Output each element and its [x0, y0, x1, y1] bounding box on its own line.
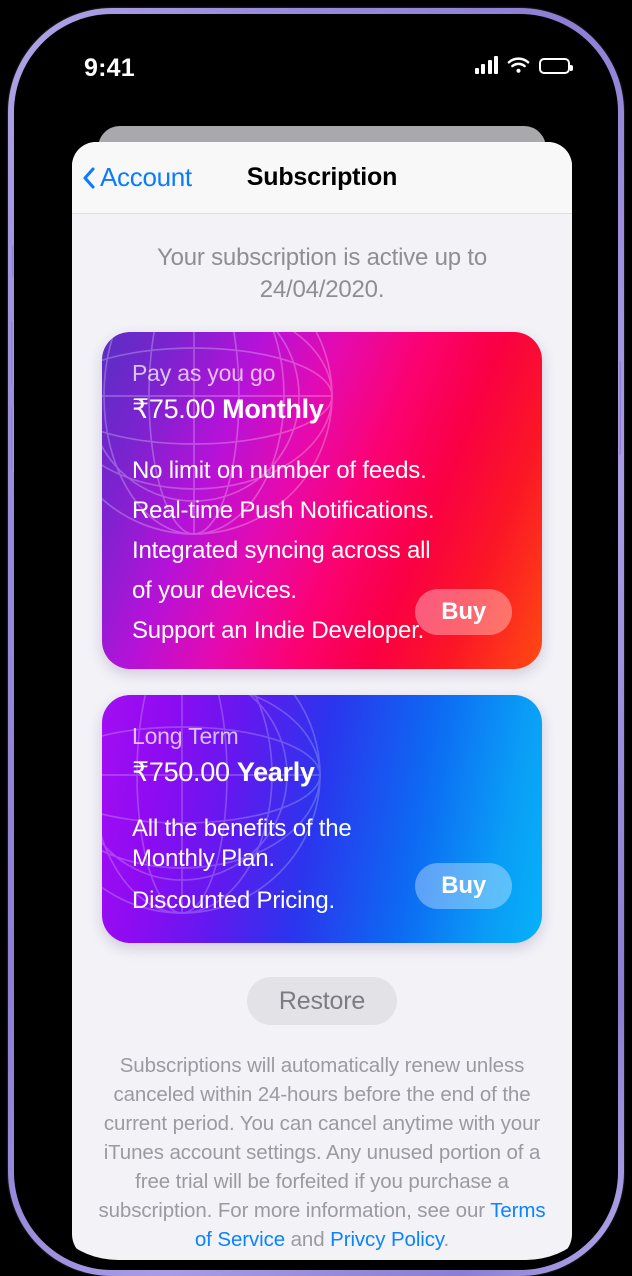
privacy-policy-link[interactable]: Privcy Policy: [330, 1228, 443, 1251]
battery-full-icon: [539, 58, 573, 74]
status-bar-icons: [474, 56, 573, 74]
legal-text-part-2: and: [285, 1228, 331, 1251]
status-bar: 9:41: [36, 36, 608, 100]
plan-monthly-price: ₹75.00 Monthly: [132, 394, 512, 425]
wifi-icon: [507, 56, 530, 74]
legal-text-part-1: Subscriptions will automatically renew u…: [98, 1054, 541, 1222]
status-bar-clock: 9:41: [84, 54, 135, 82]
buy-button-monthly[interactable]: Buy: [415, 589, 512, 635]
buy-button-yearly[interactable]: Buy: [415, 863, 512, 909]
plan-yearly-amount: ₹750.00: [132, 757, 230, 787]
plan-feature: Real-time Push Notifications.: [132, 497, 435, 524]
phone-frame: 9:41 Account Subscription Your subscript…: [8, 8, 624, 1276]
plan-monthly-amount: ₹75.00: [132, 394, 215, 424]
legal-footer: Subscriptions will automatically renew u…: [94, 1051, 550, 1254]
restore-purchases-button[interactable]: Restore: [246, 977, 398, 1025]
navigation-bar: Account Subscription: [72, 142, 572, 214]
restore-row: Restore: [72, 977, 572, 1025]
back-button[interactable]: Account: [82, 162, 192, 193]
phone-bezel: 9:41 Account Subscription Your subscript…: [14, 14, 618, 1270]
legal-text-part-3: .: [443, 1228, 450, 1251]
plan-feature: Integrated syncing across all: [132, 537, 431, 564]
plan-yearly-kicker: Long Term: [132, 723, 239, 749]
plan-feature: No limit on number of feeds.: [132, 457, 427, 484]
plan-feature: All the benefits of the: [132, 815, 352, 842]
plan-yearly-price: ₹750.00 Yearly: [132, 757, 512, 788]
cellular-signal-icon: [474, 56, 498, 74]
plan-monthly-period: Monthly: [222, 394, 324, 424]
plan-card-yearly[interactable]: Long Term ₹750.00 Yearly All the benefit…: [102, 695, 542, 943]
back-button-label: Account: [100, 162, 192, 192]
subscription-status-message: Your subscription is active up to 24/04/…: [156, 244, 488, 303]
plan-yearly-period: Yearly: [236, 757, 315, 787]
screenshot-stage: 9:41 Account Subscription Your subscript…: [0, 0, 632, 1276]
chevron-left-icon: [82, 166, 95, 189]
phone-screen: 9:41 Account Subscription Your subscript…: [36, 36, 608, 1260]
subscription-sheet: Account Subscription Your subscription i…: [72, 142, 572, 1260]
plan-monthly-kicker: Pay as you go: [132, 360, 276, 386]
plan-card-monthly[interactable]: Pay as you go ₹75.00 Monthly No limit on…: [102, 332, 542, 669]
